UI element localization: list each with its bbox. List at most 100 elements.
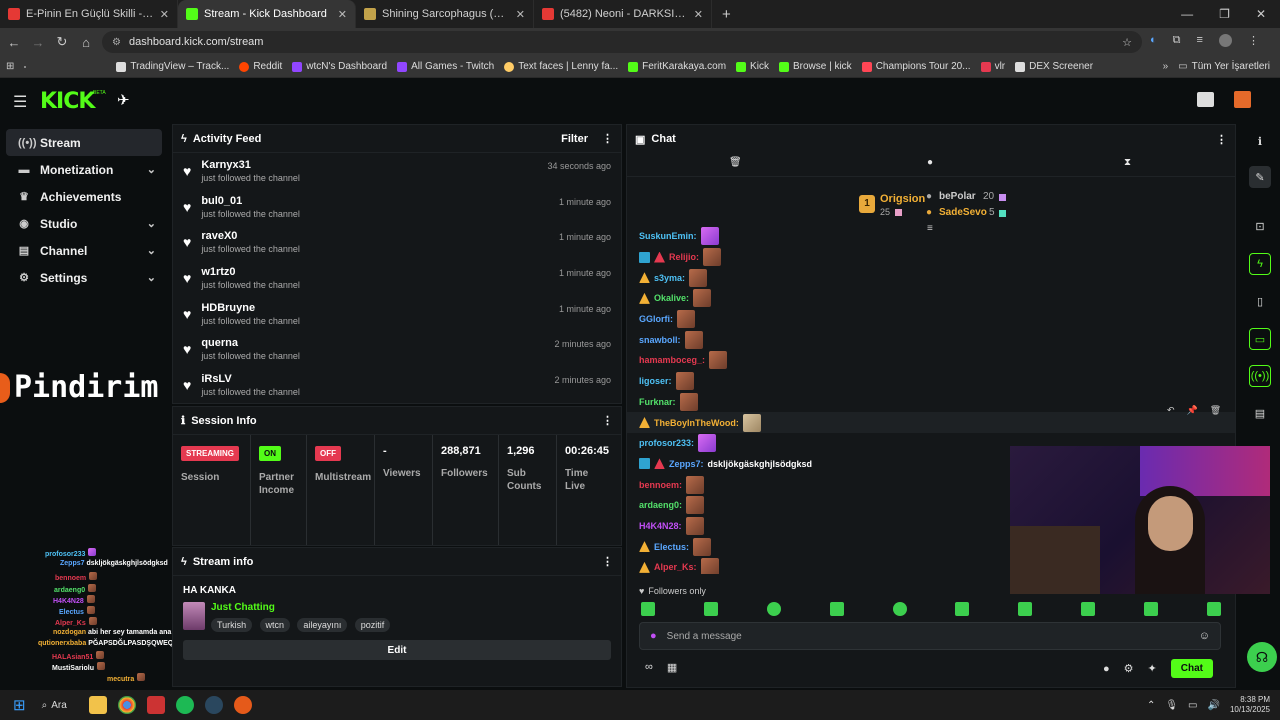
emote-icon[interactable] <box>703 602 718 616</box>
emote-icon[interactable] <box>1081 602 1096 616</box>
close-tab-icon[interactable]: ✕ <box>694 8 703 21</box>
edit-icon[interactable]: ✎ <box>1249 166 1271 188</box>
chat-message[interactable]: SuskunEmin: <box>627 226 1235 247</box>
url-field[interactable]: ⚙ dashboard.kick.com/stream ☆ <box>102 31 1142 53</box>
chat-message[interactable]: s3yma: <box>627 267 1235 288</box>
more-options-icon[interactable]: ⋮ <box>602 132 613 145</box>
emote-icon[interactable] <box>1018 602 1033 616</box>
bookmark-reddit[interactable]: Reddit <box>239 61 282 72</box>
sidebar-item-studio[interactable]: ◉ Studio ⌄ <box>6 210 162 237</box>
bookmark-star-icon[interactable]: ☆ <box>1122 36 1132 49</box>
chat-username[interactable]: GGlorfi: <box>639 314 673 324</box>
more-options-icon[interactable]: ⋮ <box>1216 133 1227 146</box>
site-info-icon[interactable]: ⚙ <box>112 37 121 48</box>
bookmark-tradingview[interactable]: TradingView – Track... <box>116 61 229 72</box>
chat-message[interactable]: ligoser: <box>627 371 1235 392</box>
profile-avatar[interactable] <box>1234 91 1251 108</box>
emoji-icon[interactable]: ☺ <box>1199 630 1210 642</box>
leaderboard-user[interactable]: SadeSevo <box>939 207 987 218</box>
extensions-puzzle-icon[interactable]: ⧉ <box>1173 34 1181 47</box>
info-icon[interactable]: ℹ <box>1249 130 1271 152</box>
sidebar-item-achievements[interactable]: ♛ Achievements <box>6 183 162 210</box>
chat-username[interactable]: Okalive: <box>654 293 689 303</box>
bookmark-lenny[interactable]: Text faces | Lenny fa... <box>504 61 618 72</box>
activity-item[interactable]: ♥ bul0_01 just followed the channel 1 minut… <box>173 191 621 227</box>
volume-icon[interactable]: 🔊 <box>1208 700 1220 711</box>
trash-icon[interactable]: 🗑 <box>729 157 742 168</box>
bookmark-vlr[interactable]: vlr <box>980 61 1005 72</box>
chat-bubble-icon[interactable]: ● <box>1103 663 1110 675</box>
emote-icon[interactable] <box>955 602 970 616</box>
category-link[interactable]: Just Chatting <box>211 602 394 613</box>
chat-username[interactable]: SuskunEmin: <box>639 231 697 241</box>
reload-icon[interactable]: ↻ <box>50 34 74 50</box>
chat-username[interactable]: Alper_Ks: <box>654 562 697 572</box>
chat-username[interactable]: Zepps7: <box>669 459 704 469</box>
steam-icon[interactable] <box>204 696 223 714</box>
sidebar-item-settings[interactable]: ⚙ Settings ⌄ <box>6 264 162 291</box>
bookmark-kick[interactable]: Kick <box>736 61 769 72</box>
more-options-icon[interactable]: ⋮ <box>602 555 613 568</box>
chat-username[interactable]: Electus: <box>654 542 689 552</box>
emote-icon[interactable] <box>829 602 844 616</box>
sidebar-item-channel[interactable]: ▤ Channel ⌄ <box>6 237 162 264</box>
leaderboard-user[interactable]: Origsion <box>880 193 925 205</box>
chat-username[interactable]: TheBoyInTheWood: <box>654 418 739 428</box>
filter-button[interactable]: Filter <box>561 133 588 145</box>
screenshot-icon[interactable]: ⊡ <box>1249 215 1271 237</box>
new-tab-icon[interactable]: + <box>712 6 731 23</box>
network-icon[interactable]: ▭ <box>1188 700 1197 711</box>
close-tab-icon[interactable]: ✕ <box>160 8 169 21</box>
browser-tab[interactable]: E-Pinin En Güçlü Skilli - Pindirim ✕ <box>0 0 178 28</box>
reply-icon[interactable]: ↶ <box>1167 405 1175 416</box>
apps-grid-icon[interactable]: ⊞ <box>6 61 14 72</box>
chrome-icon[interactable] <box>117 696 136 714</box>
document-icon[interactable]: ▯ <box>1249 290 1271 312</box>
reading-list-icon[interactable]: ≡ <box>1197 34 1203 47</box>
activity-item[interactable]: ♥ raveX0 just followed the channel 1 minute… <box>173 226 621 262</box>
spotify-icon[interactable] <box>175 696 194 714</box>
kick-logo[interactable]: KICK <box>40 89 95 114</box>
studio-icon[interactable] <box>1197 92 1214 107</box>
back-icon[interactable]: ← <box>2 35 26 50</box>
all-bookmarks[interactable]: ▭ Tüm Yer İşaretleri <box>1178 61 1270 72</box>
edit-button[interactable]: Edit <box>183 640 611 660</box>
bookmark-feritkarakaya[interactable]: FeritKarakaya.com <box>628 61 726 72</box>
chat-message[interactable]: Furknar: <box>627 392 1235 413</box>
mic-icon[interactable]: ● <box>650 630 657 642</box>
chat-message[interactable]: Okalive: <box>627 288 1235 309</box>
activity-item[interactable]: ♥ querna just followed the channel 2 minute… <box>173 333 621 369</box>
browser-tab-active[interactable]: Stream - Kick Dashboard ✕ <box>178 0 356 28</box>
x-bookmark-icon[interactable] <box>24 65 27 68</box>
app-icon[interactable] <box>233 696 252 714</box>
emote-icon[interactable] <box>1144 602 1158 616</box>
emote-icon[interactable] <box>766 602 781 616</box>
sidebar-item-stream[interactable]: ((•)) Stream <box>6 129 162 156</box>
bookmark-dex[interactable]: DEX Screener <box>1015 61 1093 72</box>
broadcast-icon[interactable]: ((•)) <box>1249 365 1271 387</box>
chat-username[interactable]: bennoem: <box>639 480 682 490</box>
chat-message[interactable]: TheBoyInTheWood: <box>627 412 1235 433</box>
tray-chevron-icon[interactable]: ⌃ <box>1147 700 1155 711</box>
browser-tab[interactable]: Shining Sarcophagus (series) | W ✕ <box>356 0 534 28</box>
activity-item[interactable]: ♥ HDBruyne just followed the channel 1 minu… <box>173 298 621 334</box>
chat-username[interactable]: hamamboceg_: <box>639 355 705 365</box>
mic-icon[interactable]: 🎙 <box>1165 700 1178 711</box>
pin-icon[interactable]: 📌 <box>1187 405 1198 416</box>
layout-icon[interactable]: ▤ <box>1249 402 1271 424</box>
leaderboard-user[interactable]: bePolar <box>939 191 976 202</box>
gear-icon[interactable]: ⚙ <box>1124 662 1134 675</box>
chat-message[interactable]: snawboll: <box>627 329 1235 350</box>
browser-menu-icon[interactable]: ⋮ <box>1248 34 1259 47</box>
chat-username[interactable]: ardaeng0: <box>639 500 682 510</box>
chat-username[interactable]: Furknar: <box>639 397 676 407</box>
close-tab-icon[interactable]: ✕ <box>516 8 525 21</box>
chat-username[interactable]: H4K4N28: <box>639 521 682 531</box>
sidebar-item-monetization[interactable]: ▬ Monetization ⌄ <box>6 156 162 183</box>
file-explorer-icon[interactable] <box>88 696 107 714</box>
hamburger-menu-icon[interactable]: ☰ <box>13 92 27 112</box>
chat-username[interactable]: profosor233: <box>639 438 694 448</box>
points-icon[interactable]: ∞ <box>645 661 653 674</box>
emote-icon[interactable] <box>641 602 655 616</box>
browser-tab[interactable]: (5482) Neoni - DARKSIDE (Offic ✕ <box>534 0 712 28</box>
